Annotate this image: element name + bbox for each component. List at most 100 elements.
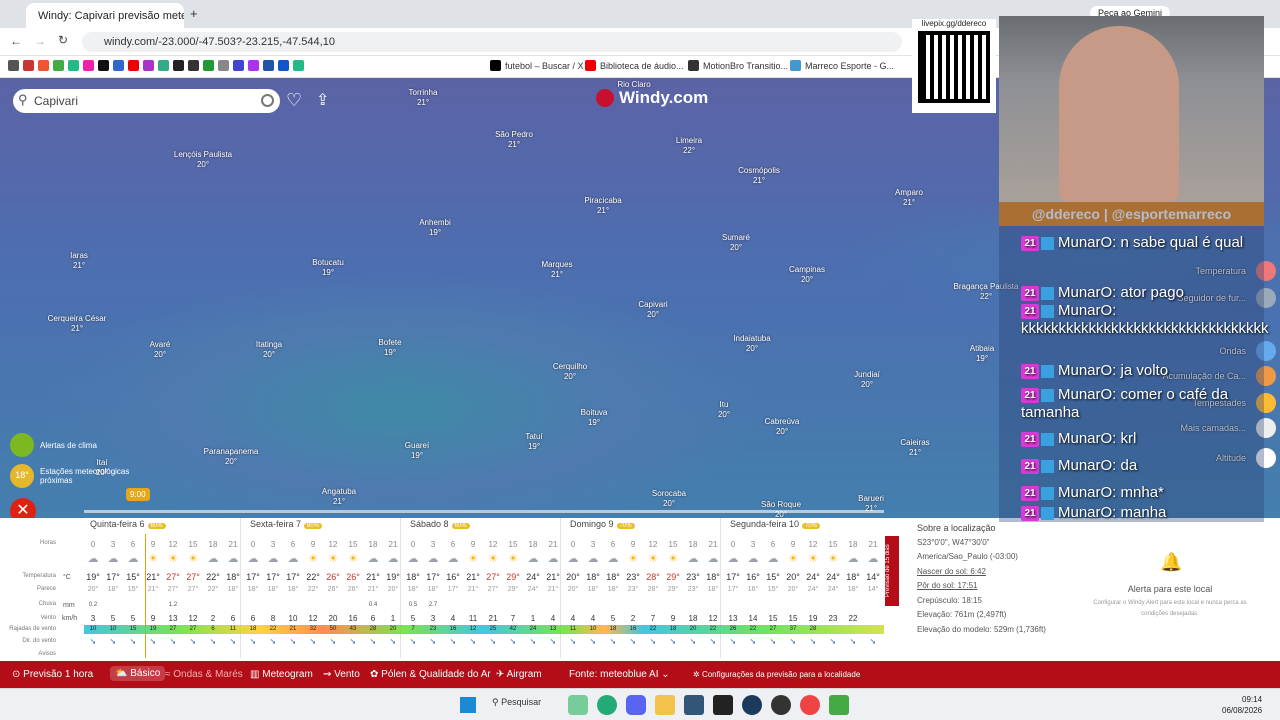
tab-basico[interactable]: ⛅ Básico	[110, 666, 166, 681]
reload-icon[interactable]: ↻	[58, 33, 68, 47]
city-label[interactable]: Cerquilho 20°	[553, 362, 587, 382]
city-label[interactable]: Atibaia 19°	[970, 344, 994, 364]
tab-polen[interactable]: ✿ Pólen & Qualidade do Ar	[370, 669, 491, 680]
discord-icon[interactable]	[626, 695, 646, 715]
alerts-button[interactable]: Alertas de clima	[10, 433, 97, 457]
address-bar[interactable]: windy.com/-23.000/-47.503?-23.215,-47.54…	[82, 32, 902, 52]
hour-cell: 0	[410, 540, 416, 549]
obs-icon[interactable]	[771, 695, 791, 715]
day-header[interactable]: Sexta-feira 7 60%	[250, 519, 323, 529]
gust-cell: 24	[529, 626, 537, 632]
bookmark-futebol[interactable]: futebol – Buscar / X	[490, 60, 584, 71]
day-header[interactable]: Sábado 8 60%	[410, 519, 470, 529]
city-label[interactable]: Itu 20°	[718, 400, 730, 420]
city-label[interactable]: Jundiaí 20°	[854, 370, 880, 390]
wind-direction-icon: ➘	[309, 637, 317, 646]
city-label[interactable]: Bofete 19°	[378, 338, 401, 358]
app-icon[interactable]	[568, 695, 588, 715]
chrome-icon[interactable]	[800, 695, 820, 715]
browser-tab[interactable]: Windy: Capivari previsão meteo ✕	[26, 3, 184, 28]
taskbar-search[interactable]: ⚲ Pesquisar	[492, 697, 541, 708]
city-temp: 20°	[717, 410, 731, 419]
epic-games-icon[interactable]	[713, 695, 733, 715]
city-label[interactable]: Angatuba 21°	[322, 487, 356, 507]
city-label[interactable]: Indaiatuba 20°	[733, 334, 770, 354]
folder-icon[interactable]	[655, 695, 675, 715]
city-label[interactable]: Tatuí 19°	[525, 432, 542, 452]
tab-previsao-1-hora[interactable]: ⊙ Previsão 1 hora	[12, 669, 93, 680]
city-label[interactable]: Cerqueira César 21°	[48, 314, 107, 334]
bookmark-biblioteca[interactable]: Biblioteca de áudio...	[585, 60, 684, 71]
city-label[interactable]: Paranapanema 20°	[204, 447, 259, 467]
search-input[interactable]: ⚲ Capivari	[13, 89, 280, 113]
temp-cell: 17°	[726, 572, 740, 582]
day-header[interactable]: Domingo 9 70%	[570, 519, 635, 529]
stations-button[interactable]: 18° Estações meteorológicas próximas	[10, 464, 140, 488]
gust-cell: 28	[369, 626, 377, 632]
city-label[interactable]: Sumaré 20°	[722, 233, 750, 253]
app-icon[interactable]	[829, 695, 849, 715]
city-label[interactable]: Lençóis Paulista 20°	[174, 150, 232, 170]
bookmark-motionbro[interactable]: MotionBro Transitio...	[688, 60, 788, 71]
city-temp: 19°	[410, 451, 424, 460]
clock[interactable]: 09:14 06/08/2026	[1222, 694, 1262, 716]
time-marker[interactable]: 9:00	[126, 488, 150, 501]
alert-title[interactable]: Alerta para este local	[1100, 584, 1240, 594]
new-tab-icon[interactable]: +	[190, 6, 198, 21]
city-label[interactable]: Iaras 21°	[70, 251, 88, 271]
city-name: Piracicaba	[584, 196, 622, 205]
city-label[interactable]: Anhembi 19°	[419, 218, 451, 238]
city-label[interactable]: Limeira 22°	[676, 136, 702, 156]
wind-direction-icon: ➘	[769, 637, 777, 646]
bookmark-marreco[interactable]: Marreco Esporte - G...	[790, 60, 894, 71]
tab-vento[interactable]: ⇝ Vento	[323, 669, 360, 680]
city-label[interactable]: São Pedro 21°	[495, 130, 533, 150]
back-icon[interactable]: ←	[10, 34, 22, 48]
city-label[interactable]: Boituva 19°	[581, 408, 608, 428]
wind-cell: 12	[308, 614, 318, 623]
feels-cell: 26°	[347, 586, 359, 593]
city-label[interactable]: Piracicaba 21°	[584, 196, 621, 216]
city-label[interactable]: Capivari 20°	[638, 300, 667, 320]
tab-ondas-mares[interactable]: ≈ Ondas & Marés	[165, 669, 243, 680]
city-label[interactable]: Sorocaba 20°	[652, 489, 686, 509]
city-label[interactable]: Itatinga 20°	[256, 340, 282, 360]
city-label[interactable]: Avaré 20°	[150, 340, 171, 360]
hour-cell: 0	[570, 540, 576, 549]
city-label[interactable]: Cabreúva 20°	[765, 417, 800, 437]
sub-badge: 21	[1021, 458, 1039, 474]
city-name: Cabreúva	[764, 417, 800, 426]
city-label[interactable]: Cosmópolis 21°	[738, 166, 780, 186]
location-settings-button[interactable]: ✲ Configurações da previsão para a local…	[693, 670, 860, 679]
day-header[interactable]: Quinta-feira 6 60%	[90, 519, 166, 529]
city-label[interactable]: Amparo 21°	[895, 188, 923, 208]
windows-start-icon[interactable]	[460, 697, 476, 713]
city-temp: 20°	[860, 380, 874, 389]
favorite-icon[interactable]: ♡	[286, 90, 302, 111]
app-icon[interactable]	[684, 695, 704, 715]
wind-cell: 21	[488, 614, 498, 623]
day-header[interactable]: Segunda-feira 10 70%	[730, 519, 821, 529]
gust-cell: 18	[669, 626, 677, 632]
wind-direction-icon: ➘	[429, 637, 437, 646]
source-select[interactable]: Fonte: meteoblue AI ⌄	[569, 669, 670, 680]
tab-airgram[interactable]: ✈ Airgram	[496, 669, 542, 680]
forecast-side-tab[interactable]: Previsão de 15 dias	[885, 536, 899, 606]
city-label[interactable]: Guareí 19°	[405, 441, 429, 461]
chrome-icon[interactable]	[597, 695, 617, 715]
tab-meteogram[interactable]: ▥ Meteogram	[250, 669, 313, 680]
temp-cell: 17°	[246, 572, 260, 582]
city-label[interactable]: Marques 21°	[541, 260, 572, 280]
city-label[interactable]: Botucatu 19°	[312, 258, 344, 278]
forward-icon[interactable]: →	[34, 34, 46, 48]
city-label[interactable]: Campinas 20°	[789, 265, 825, 285]
steam-icon[interactable]	[742, 695, 762, 715]
share-icon[interactable]: ⇪	[316, 90, 329, 110]
city-label[interactable]: Torrinha 21°	[409, 88, 438, 108]
city-label[interactable]: Caieiras 21°	[900, 438, 929, 458]
city-temp: 20°	[196, 160, 210, 169]
gust-cell: 16	[449, 626, 457, 632]
locate-icon[interactable]	[261, 94, 274, 107]
timeline-track[interactable]	[84, 510, 884, 513]
bell-icon[interactable]: 🔔	[1160, 552, 1182, 573]
